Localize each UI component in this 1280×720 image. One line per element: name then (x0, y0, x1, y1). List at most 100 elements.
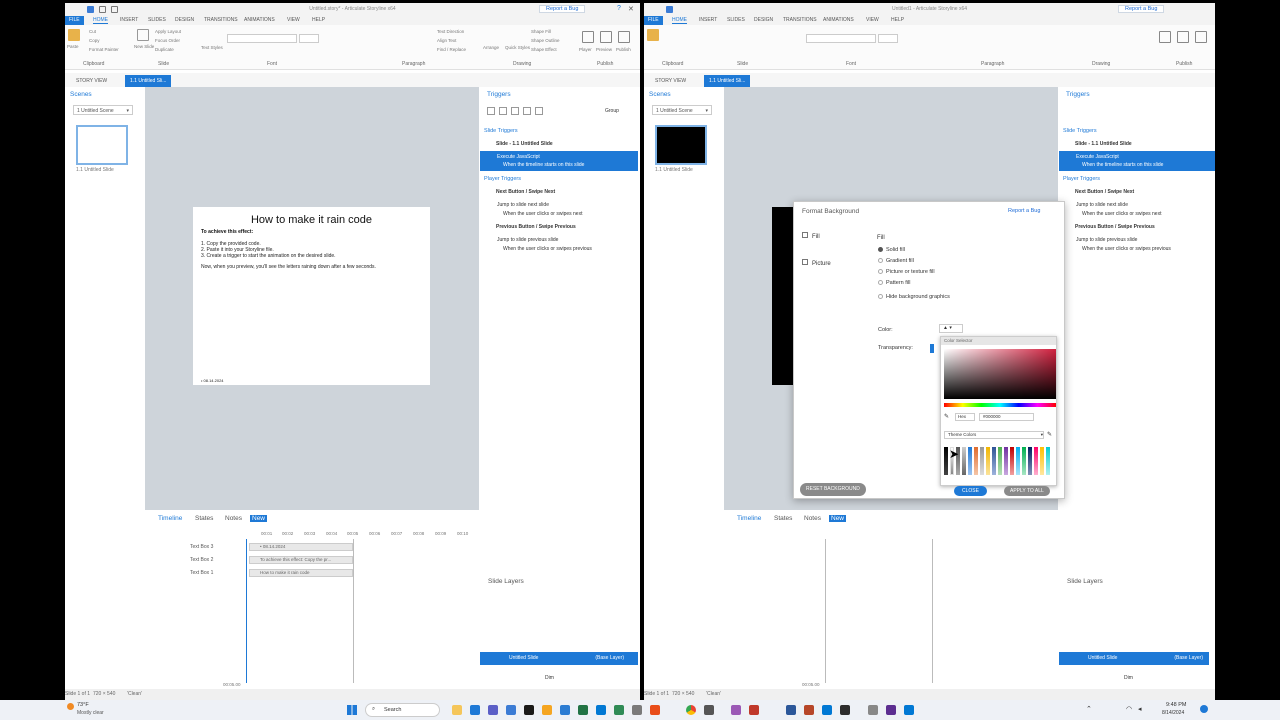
swatch[interactable] (986, 447, 990, 475)
menu-view[interactable]: VIEW (866, 17, 879, 23)
font-family-select[interactable] (806, 34, 876, 43)
option-picture-fill[interactable]: Picture or texture fill (878, 269, 935, 275)
font-size-select[interactable] (299, 34, 319, 43)
menu-home[interactable]: HOME (93, 17, 108, 24)
app-icon[interactable] (840, 705, 850, 715)
next-trigger-action[interactable]: Jump to slide next slide (1076, 202, 1128, 208)
hex-input[interactable]: #000000 (979, 413, 1034, 421)
swatch[interactable] (1022, 447, 1026, 475)
find-replace-button[interactable]: Find / Replace (437, 47, 466, 52)
cut-button[interactable]: Cut (89, 29, 96, 34)
app-icon[interactable] (749, 705, 759, 715)
swatch[interactable] (1034, 447, 1038, 475)
menu-design[interactable]: DESIGN (175, 17, 194, 23)
next-trigger-group[interactable]: Next Button / Swipe Next (1075, 189, 1134, 195)
more-colors-icon[interactable]: ✎ (1047, 431, 1052, 438)
menu-transitions[interactable]: TRANSITIONS (783, 17, 817, 23)
group-label[interactable]: Group (605, 108, 619, 114)
edit-trigger-icon[interactable] (499, 107, 507, 115)
app-icon[interactable] (524, 705, 534, 715)
app-icon[interactable] (506, 705, 516, 715)
swatch[interactable] (962, 447, 966, 475)
shape-effect-button[interactable]: Shape Effect (531, 47, 557, 52)
app-icon[interactable] (488, 705, 498, 715)
close-button[interactable]: CLOSE (954, 486, 987, 496)
app-icon[interactable] (542, 705, 552, 715)
color-dropdown[interactable]: ▲ ▾ (939, 324, 963, 333)
slide-step-3[interactable]: 3. Create a trigger to start the animati… (201, 253, 422, 259)
volume-icon[interactable]: ◂ (1138, 705, 1142, 713)
prev-trigger-group[interactable]: Previous Button / Swipe Previous (496, 224, 576, 230)
tab-slide[interactable]: 1.1 Untitled Sli... (125, 75, 172, 87)
player-icon[interactable] (1159, 31, 1171, 43)
report-bug-button[interactable]: Report a Bug (1118, 5, 1165, 13)
option-solid-fill[interactable]: Solid fill (878, 247, 905, 253)
slide-note[interactable]: Now, when you preview, you'll see the le… (201, 264, 422, 270)
next-trigger-action[interactable]: Jump to slide next slide (497, 202, 549, 208)
app-icon[interactable] (868, 705, 878, 715)
new-trigger-icon[interactable] (487, 107, 495, 115)
reset-background-button[interactable]: RESET BACKGROUND (800, 483, 866, 496)
hex-mode-select[interactable]: Hex (955, 413, 975, 421)
format-painter-button[interactable]: Format Painter (89, 47, 119, 52)
theme-swatches[interactable] (944, 447, 1056, 477)
swatch[interactable] (974, 447, 978, 475)
eyedropper-icon[interactable]: ✎ (944, 413, 949, 420)
arrange-button[interactable]: Arrange (483, 45, 499, 50)
slide-subtitle[interactable]: To achieve this effect: (201, 229, 422, 235)
menu-file[interactable]: FILE (644, 16, 663, 25)
apply-to-all-button[interactable]: APPLY TO ALL (1004, 486, 1050, 496)
paste-icon[interactable] (647, 29, 659, 41)
font-family-select[interactable] (227, 34, 297, 43)
tab-timeline[interactable]: Timeline (158, 515, 182, 522)
app-icon[interactable] (804, 705, 814, 715)
tab-slide[interactable]: 1.1 Untitled Sli... (704, 75, 751, 87)
clock-date[interactable]: 8/14/2024 (1162, 710, 1184, 716)
timeline-bar[interactable]: How to make it rain code (249, 569, 353, 577)
menu-transitions[interactable]: TRANSITIONS (204, 17, 238, 23)
timeline-row-name[interactable]: Text Box 1 (190, 570, 213, 576)
search-box[interactable]: ⌕ Search (365, 703, 440, 717)
shape-fill-button[interactable]: Shape Fill (531, 29, 551, 34)
start-icon[interactable] (347, 705, 357, 715)
menu-file[interactable]: FILE (65, 16, 84, 25)
prev-trigger-action[interactable]: Jump to slide previous slide (1076, 237, 1137, 243)
app-icon[interactable] (731, 705, 741, 715)
close-icon[interactable]: ✕ (628, 5, 634, 13)
prev-trigger-action[interactable]: Jump to slide previous slide (497, 237, 558, 243)
slide-trigger-group[interactable]: Slide - 1.1 Untitled Slide (1075, 141, 1132, 147)
swatch[interactable] (1010, 447, 1014, 475)
nav-picture[interactable]: Picture (802, 259, 831, 267)
menu-animations[interactable]: ANIMATIONS (823, 17, 854, 23)
menu-slides[interactable]: SLIDES (727, 17, 745, 23)
timeline-row-name[interactable]: Text Box 2 (190, 557, 213, 563)
publish-icon[interactable] (1195, 31, 1207, 43)
hide-bg-graphics-checkbox[interactable]: Hide background graphics (878, 294, 950, 300)
player-icon[interactable] (582, 31, 594, 43)
option-gradient-fill[interactable]: Gradient fill (878, 258, 914, 264)
swatch[interactable] (1004, 447, 1008, 475)
wifi-icon[interactable]: ◠ (1126, 705, 1132, 713)
swatch[interactable] (1040, 447, 1044, 475)
duplicate-button[interactable]: Duplicate (155, 47, 174, 52)
timeline-row-name[interactable]: Text Box 3 (190, 544, 213, 550)
app-icon[interactable] (650, 705, 660, 715)
slide-thumbnail[interactable] (655, 125, 707, 165)
slide-thumbnail[interactable] (76, 125, 128, 165)
tab-notes[interactable]: Notes (804, 515, 821, 522)
scene-select[interactable]: 1 Untitled Scene ▾ (73, 105, 133, 115)
swatch[interactable] (968, 447, 972, 475)
execute-js-trigger[interactable]: Execute JavaScript When the timeline sta… (480, 151, 638, 171)
swatch[interactable] (980, 447, 984, 475)
app-icon[interactable] (470, 705, 480, 715)
text-styles-button[interactable]: Text Styles (201, 45, 223, 50)
chrome-icon[interactable] (686, 705, 696, 715)
swatch[interactable] (998, 447, 1002, 475)
menu-home[interactable]: HOME (672, 17, 687, 24)
next-trigger-group[interactable]: Next Button / Swipe Next (496, 189, 555, 195)
font-size-select[interactable] (878, 34, 898, 43)
app-icon[interactable] (822, 705, 832, 715)
swatch[interactable] (1016, 447, 1020, 475)
dim-label[interactable]: Dim (545, 675, 554, 681)
execute-js-trigger[interactable]: Execute JavaScript When the timeline sta… (1059, 151, 1215, 171)
